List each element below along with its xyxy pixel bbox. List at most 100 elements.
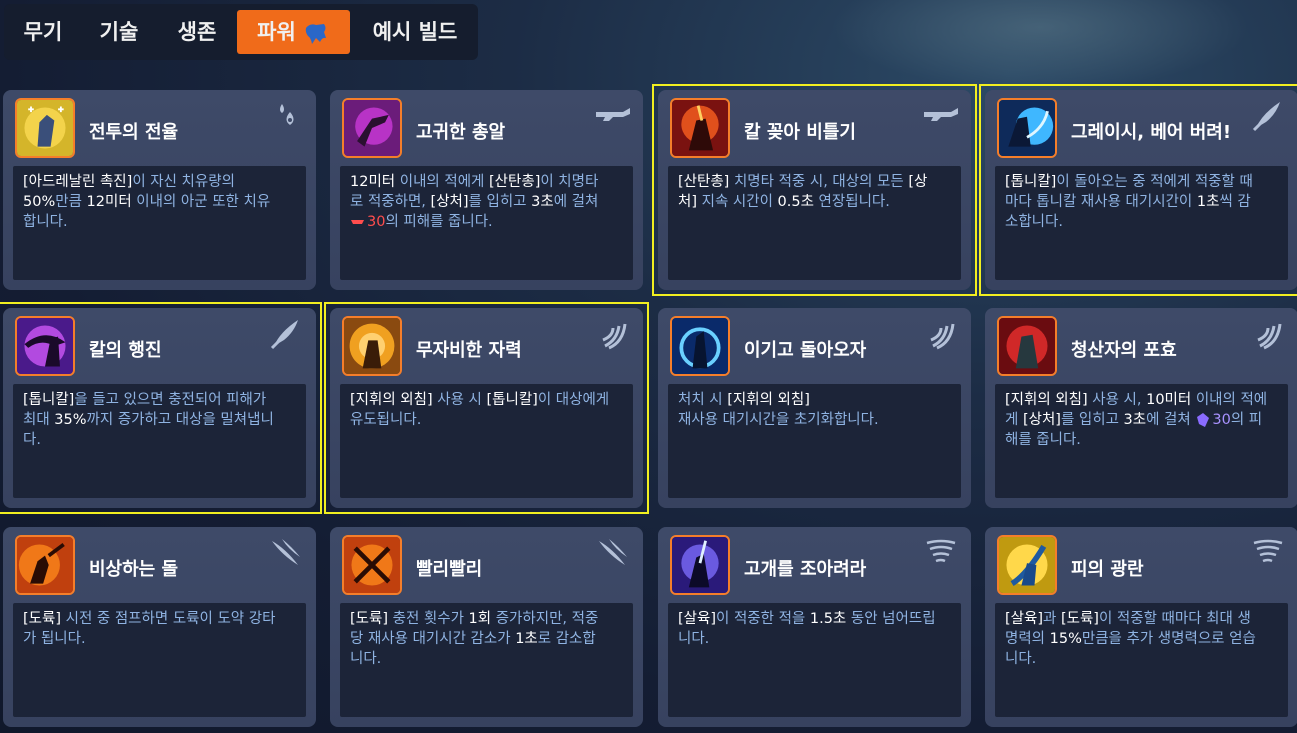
description-text: 이내의 아군 또한 치유 — [131, 194, 271, 210]
tab-bar: 무기 기술 생존 파워 예시 빌드 — [4, 4, 478, 60]
power-card[interactable]: 이기고 돌아오자처치 시 [지휘의 외침] 재사용 대기시간을 초기화합니다. — [658, 308, 971, 508]
description-text: 를 입히고 — [468, 194, 532, 210]
power-description: [톱니칼]이 돌아오는 중 적에게 적중할 때 마다 톱니칼 재사용 대기시간이 … — [995, 166, 1288, 280]
description-text: [산탄총] — [678, 174, 730, 190]
description-line: [도륙] 시전 중 점프하면 도륙이 도약 강타 — [23, 609, 296, 629]
description-text: 최대 — [23, 412, 55, 428]
description-line: [살육]과 [도륙]이 적중할 때마다 최대 생 — [1005, 609, 1278, 629]
power-card[interactable]: 고귀한 총알 12미터 이내의 적에게 [산탄총]이 치명타 로 적중하면, [상처… — [330, 90, 643, 290]
power-icon — [670, 98, 730, 158]
wound-icon — [350, 214, 367, 230]
description-text: 재사용 대기시간을 초기화합니다. — [678, 412, 879, 428]
description-text: 만큼을 추가 생명력으로 얻습 — [1081, 631, 1256, 647]
power-card[interactable]: 피의 광란 [살육]과 [도륙]이 적중할 때마다 최대 생 명력의 15%만큼을 … — [985, 527, 1297, 727]
power-card[interactable]: 무자비한 자력 [지휘의 외침] 사용 시 [톱니칼]이 대상에게 유도됩니다. — [324, 302, 649, 514]
power-card[interactable]: 비상하는 돌 [도륙] 시전 중 점프하면 도륙이 도약 강타 가 됩니다. — [3, 527, 316, 727]
description-text: 1회 — [468, 611, 492, 627]
description-text: [상 — [908, 174, 928, 190]
description-line: [톱니칼]이 돌아오는 중 적에게 적중할 때 — [1005, 172, 1278, 192]
drop-icon — [268, 98, 304, 134]
tab-power[interactable]: 파워 — [237, 10, 350, 54]
power-card[interactable]: 빨리빨리 [도륙] 충전 횟수가 1회 증가하지만, 적중 당 재사용 대기시간 감… — [330, 527, 643, 727]
power-description: [살육]과 [도륙]이 적중할 때마다 최대 생 명력의 15%만큼을 추가 생명… — [995, 603, 1288, 717]
description-text: [도륙] — [1060, 611, 1099, 627]
description-text: 니다. — [1005, 651, 1037, 667]
background-character-art — [830, 0, 1250, 90]
description-text: 50% — [23, 194, 56, 210]
description-text: [상처] — [430, 194, 469, 210]
power-icon — [997, 98, 1057, 158]
tab-survival[interactable]: 생존 — [164, 10, 230, 54]
description-line: 합니다. — [23, 212, 296, 232]
description-line: 재사용 대기시간을 초기화합니다. — [678, 410, 951, 430]
description-text: [도륙] — [350, 611, 388, 627]
description-text: [도륙] — [23, 611, 61, 627]
description-text: [지휘의 외침] — [350, 392, 433, 408]
tornado-icon — [1250, 535, 1286, 571]
power-card[interactable]: 청산자의 포효 [지휘의 외침] 사용 시, 10미터 이내의 적에 게 [상처]를… — [985, 308, 1297, 508]
claw-icon — [595, 535, 631, 571]
description-text: 에 걸쳐 — [553, 194, 599, 210]
power-icon — [342, 98, 402, 158]
description-line: [지휘의 외침] 사용 시 [톱니칼]이 대상에게 — [350, 390, 623, 410]
description-line: [살육]이 적중한 적을 1.5초 동안 넘어뜨립 — [678, 609, 951, 629]
power-card[interactable]: 고개를 조아려라 [살육]이 적중한 적을 1.5초 동안 넘어뜨립 니다. — [658, 527, 971, 727]
shout-icon — [923, 316, 959, 352]
shout-icon — [1250, 316, 1286, 352]
power-description: [도륙] 시전 중 점프하면 도륙이 도약 강타가 됩니다. — [13, 603, 306, 717]
description-text: 12미터 — [350, 174, 396, 190]
description-text: 1.5초 — [809, 611, 847, 627]
description-text: 1초 — [1196, 194, 1220, 210]
description-text: 과 — [1043, 611, 1061, 627]
description-line: 마다 톱니칼 재사용 대기시간이 1초씩 감 — [1005, 192, 1278, 212]
description-text: 처치 시 — [678, 392, 728, 408]
description-text: [지휘의 외침] — [727, 392, 810, 408]
description-text: 1초 — [515, 631, 538, 647]
power-description: [아드레날린 촉진]이 자신 치유량의 50%만큼 12미터 이내의 아군 또한… — [13, 166, 306, 280]
shotgun-icon — [595, 98, 631, 134]
power-card[interactable]: 그레이시, 베어 버려! [톱니칼]이 돌아오는 중 적에게 적중할 때 마다 톱니… — [979, 84, 1297, 296]
power-description: [살육]이 적중한 적을 1.5초 동안 넘어뜨립 니다. — [668, 603, 961, 717]
power-description: [산탄총] 치명타 적중 시, 대상의 모든 [상처] 지속 시간이 0.5초 … — [668, 166, 961, 280]
tab-example-builds[interactable]: 예시 빌드 — [362, 10, 468, 54]
description-text: 이 적중할 때마다 최대 생 — [1098, 611, 1251, 627]
description-text: 이 치명타 — [540, 174, 599, 190]
description-line: 가 됩니다. — [23, 629, 296, 649]
description-line: 12미터 이내의 적에게 [산탄총]이 치명타 — [350, 172, 623, 192]
power-card[interactable]: 칼의 행진 [톱니칼]을 들고 있으면 충전되어 피해가 최대 35%까지 증가하고… — [0, 302, 322, 514]
description-line: 처] 지속 시간이 0.5초 연장됩니다. — [678, 192, 951, 212]
description-text: [상처] — [1022, 412, 1061, 428]
shout-icon — [595, 316, 631, 352]
power-icon — [15, 316, 75, 376]
description-text: 소합니다. — [1005, 214, 1063, 230]
description-text: 당 재사용 대기시간 감소가 — [350, 631, 516, 647]
description-text: 마다 톱니칼 재사용 대기시간이 — [1005, 194, 1197, 210]
description-text: 가 됩니다. — [23, 631, 86, 647]
description-text: 로 적중하면, — [350, 194, 431, 210]
description-text: 치명타 적중 시, 대상의 모든 — [729, 174, 909, 190]
description-line: 다. — [23, 430, 296, 450]
description-text: [살육] — [678, 611, 716, 627]
description-text: 처] — [678, 194, 697, 210]
power-description: [지휘의 외침] 사용 시 [톱니칼]이 대상에게 유도됩니다. — [340, 384, 633, 498]
tab-weapons[interactable]: 무기 — [14, 10, 72, 54]
purple-wound-icon — [1195, 412, 1212, 428]
power-description: 처치 시 [지휘의 외침] 재사용 대기시간을 초기화합니다. — [668, 384, 961, 498]
description-text: 이 돌아오는 중 적에게 적중할 때 — [1056, 174, 1253, 190]
power-title: 청산자의 포효 — [1071, 340, 1177, 361]
description-line: 30의 피해를 줍니다. — [350, 212, 623, 232]
description-text: 동안 넘어뜨립 — [846, 611, 936, 627]
power-card[interactable]: 전투의 전율 [아드레날린 촉진]이 자신 치유량의 50%만큼 12미터 이내의… — [3, 90, 316, 290]
description-text: 충전 횟수가 — [388, 611, 469, 627]
description-text: 합니다. — [23, 214, 68, 230]
blade-icon — [268, 316, 304, 352]
power-card[interactable]: 칼 꽂아 비틀기 [산탄총] 치명타 적중 시, 대상의 모든 [상 처] 지속 시… — [652, 84, 977, 296]
description-text: 해를 줍니다. — [1005, 432, 1081, 448]
description-text: 이내의 적에게 — [395, 174, 490, 190]
power-tab-icon — [302, 19, 330, 47]
description-text: [살육] — [1005, 611, 1043, 627]
power-icon — [15, 98, 75, 158]
tab-skills[interactable]: 기술 — [86, 10, 152, 54]
power-title: 이기고 돌아오자 — [744, 340, 867, 361]
description-text: 게 — [1005, 412, 1023, 428]
